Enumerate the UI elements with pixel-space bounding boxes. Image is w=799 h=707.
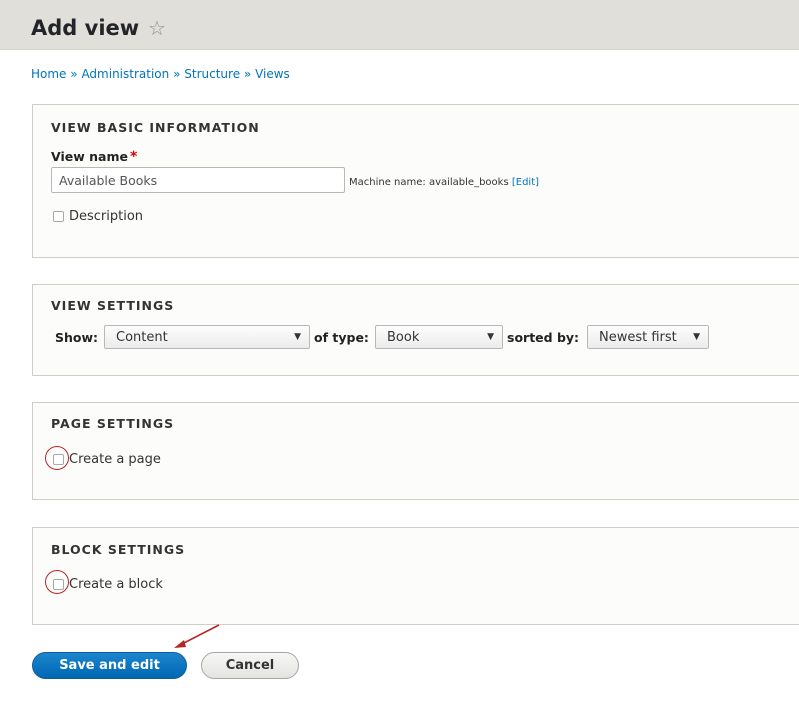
- breadcrumb-separator: »: [70, 67, 78, 81]
- create-block-label: Create a block: [69, 577, 163, 592]
- page-header: Add view ☆: [0, 0, 799, 50]
- sorted-by-label: sorted by:: [507, 330, 580, 345]
- view-name-input[interactable]: [51, 167, 345, 193]
- machine-name-edit-link[interactable]: [Edit]: [512, 177, 539, 188]
- fieldset-block-settings: BLOCK SETTINGS Create a block: [32, 527, 799, 625]
- show-select[interactable]: Content ▼: [104, 325, 310, 349]
- fieldset-legend: PAGE SETTINGS: [51, 416, 175, 431]
- type-select-value: Book: [387, 329, 420, 345]
- save-and-edit-button[interactable]: Save and edit: [32, 652, 187, 679]
- description-label: Description: [69, 209, 144, 224]
- cancel-button[interactable]: Cancel: [201, 652, 299, 679]
- view-name-label-text: View name: [51, 149, 128, 164]
- description-checkbox[interactable]: [53, 211, 64, 222]
- create-block-checkbox-row[interactable]: Create a block: [53, 577, 163, 592]
- chevron-down-icon: ▼: [487, 332, 494, 342]
- fieldset-legend: VIEW SETTINGS: [51, 298, 175, 313]
- create-block-checkbox[interactable]: [53, 579, 64, 590]
- show-label: Show:: [55, 330, 99, 345]
- fieldset-legend: VIEW BASIC INFORMATION: [51, 120, 260, 135]
- chevron-down-icon: ▼: [294, 332, 301, 342]
- fieldset-legend: BLOCK SETTINGS: [51, 542, 186, 557]
- show-select-value: Content: [116, 329, 168, 345]
- annotation-arrow: [174, 624, 220, 648]
- breadcrumb: Home » Administration » Structure » View…: [31, 67, 290, 81]
- breadcrumb-separator: »: [243, 67, 252, 81]
- breadcrumb-structure[interactable]: Structure: [184, 67, 240, 81]
- type-select[interactable]: Book ▼: [375, 325, 503, 349]
- create-page-checkbox-row[interactable]: Create a page: [53, 452, 161, 467]
- fieldset-view-settings: VIEW SETTINGS Show: Content ▼ of type: B…: [32, 284, 799, 376]
- breadcrumb-views[interactable]: Views: [255, 67, 290, 81]
- machine-name-text: Machine name: available_books [Edit]: [349, 177, 539, 188]
- view-name-label: View name *: [51, 149, 137, 165]
- machine-name-value: Machine name: available_books: [349, 177, 509, 188]
- create-page-label: Create a page: [69, 452, 161, 467]
- star-outline-icon[interactable]: ☆: [148, 16, 166, 40]
- sort-select[interactable]: Newest first ▼: [587, 325, 709, 349]
- fieldset-page-settings: PAGE SETTINGS Create a page: [32, 402, 799, 500]
- of-type-label: of type:: [314, 330, 369, 345]
- chevron-down-icon: ▼: [693, 332, 700, 342]
- sort-select-value: Newest first: [599, 329, 677, 345]
- page-title: Add view: [31, 16, 140, 40]
- breadcrumb-home[interactable]: Home: [31, 67, 66, 81]
- create-page-checkbox[interactable]: [53, 454, 64, 465]
- breadcrumb-administration[interactable]: Administration: [81, 67, 169, 81]
- fieldset-basic-information: VIEW BASIC INFORMATION View name* Machin…: [32, 104, 799, 258]
- required-marker: *: [129, 149, 138, 165]
- breadcrumb-separator: »: [173, 67, 181, 81]
- description-checkbox-row[interactable]: Description: [53, 209, 143, 224]
